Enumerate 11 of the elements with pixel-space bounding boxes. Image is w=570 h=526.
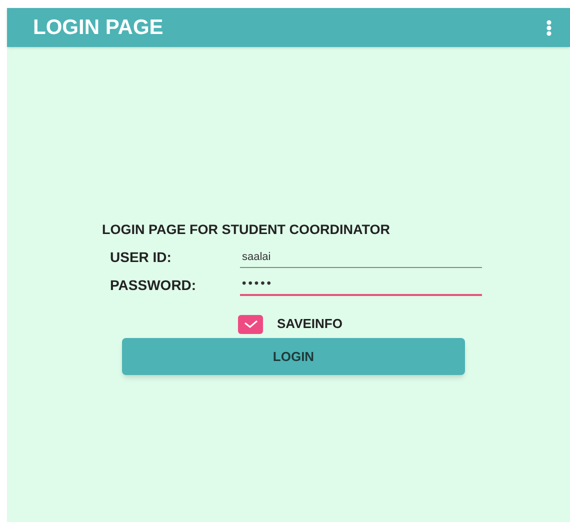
input-field[interactable]: ••••• bbox=[240, 274, 482, 296]
input-field[interactable]: saalai bbox=[240, 248, 482, 268]
more-menu-icon[interactable] bbox=[546, 20, 552, 36]
check-icon bbox=[242, 319, 258, 329]
login-button[interactable]: LOGIN bbox=[122, 338, 465, 375]
field-label: USER ID: bbox=[110, 248, 172, 268]
form-heading: LOGIN PAGE FOR STUDENT COORDINATOR bbox=[102, 221, 390, 239]
field-label: PASSWORD: bbox=[110, 276, 198, 296]
app-title: LOGIN PAGE bbox=[33, 14, 164, 41]
saveinfo-checkbox[interactable] bbox=[238, 314, 263, 334]
checkbox-label: SAVEINFO bbox=[277, 315, 342, 334]
